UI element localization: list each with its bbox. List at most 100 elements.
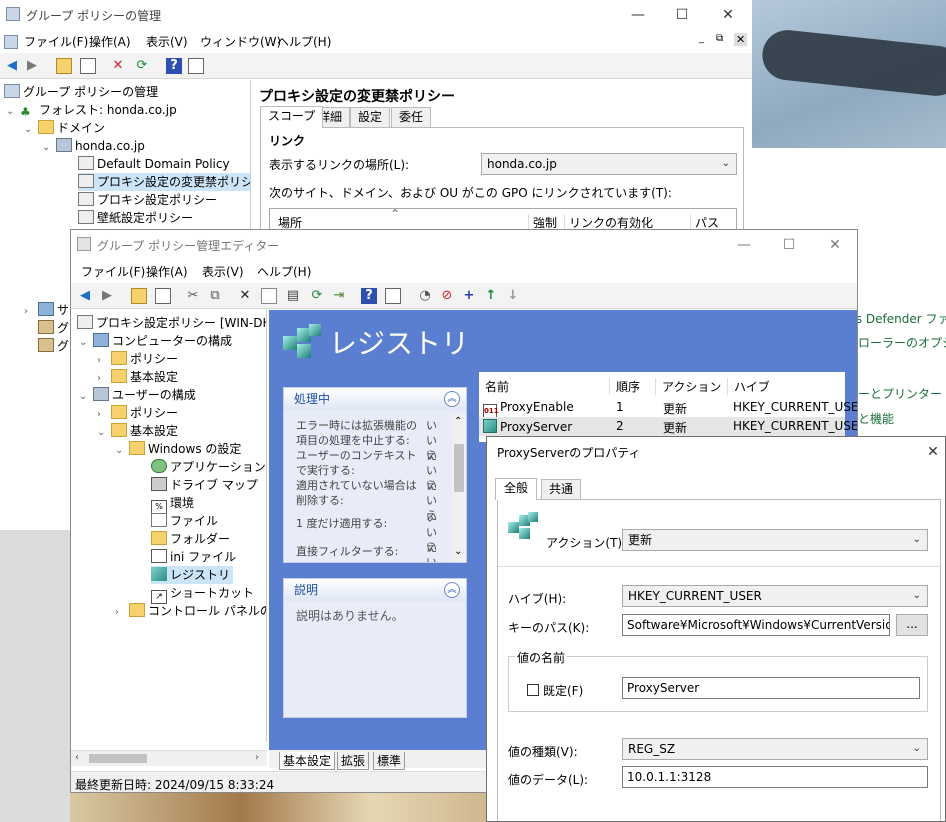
valuedata-field[interactable]: 10.0.1.1:3128 [622, 766, 928, 788]
tree-item-uc-policies[interactable]: › ポリシー [97, 404, 178, 422]
delete-icon[interactable]: ✕ [237, 288, 253, 304]
gpme-maximize-button[interactable]: ☐ [779, 236, 799, 254]
tab-general[interactable]: 全般 [495, 478, 538, 500]
gpme-tree-hscrollbar[interactable]: ‹ › [71, 750, 267, 766]
tree-item-modeling[interactable]: グ [38, 319, 69, 337]
help-icon[interactable]: ? [361, 288, 377, 304]
tab-common[interactable]: 共通 [541, 479, 582, 499]
collapse-icon[interactable]: ⌄ [115, 442, 129, 460]
tab-settings[interactable]: 設定 [350, 107, 391, 127]
tree-item-cc-policies[interactable]: › ポリシー [97, 350, 178, 368]
tree-item-computer-config[interactable]: ⌄ コンピューターの構成 [79, 332, 232, 350]
close-button[interactable]: ✕ [718, 6, 738, 24]
tree-item-windows-settings[interactable]: ⌄ Windows の設定 [115, 440, 241, 458]
menu-help[interactable]: ヘルプ(H) [277, 33, 331, 50]
add-icon[interactable]: + [461, 288, 477, 304]
scroll-left-icon[interactable]: ‹ [75, 752, 79, 763]
expand-icon[interactable]: › [115, 604, 129, 622]
col-name[interactable]: 名前 [485, 378, 509, 395]
dialog-close-button[interactable]: ✕ [923, 443, 943, 461]
menu-view[interactable]: 表示(V) [146, 33, 188, 50]
default-checkbox[interactable] [527, 684, 539, 696]
col-hive[interactable]: ハイブ [727, 378, 770, 395]
hive-select[interactable]: HKEY_CURRENT_USER ⌄ [622, 585, 928, 607]
tree-item-user-config[interactable]: ⌄ ユーザーの構成 [79, 386, 196, 404]
expand-icon[interactable]: › [24, 303, 38, 321]
collapse-icon[interactable]: ⌄ [79, 334, 93, 352]
location-select[interactable]: honda.co.jp ⌄ [481, 153, 737, 175]
tree-item-cc-preferences[interactable]: › 基本設定 [97, 368, 178, 386]
refresh-icon[interactable]: ⟳ [134, 58, 150, 74]
tab-scope[interactable]: スコープ [260, 106, 324, 128]
browse-button[interactable]: ... [896, 614, 928, 636]
tab-preferences[interactable]: 基本設定 [279, 752, 336, 770]
view-icon[interactable] [385, 288, 401, 304]
tree-item-files[interactable]: ファイル [151, 512, 218, 530]
collapse-icon[interactable]: ⌄ [79, 388, 93, 406]
show-hide-tree-icon[interactable] [155, 288, 171, 304]
print-icon[interactable]: ▤ [285, 288, 301, 304]
tree-item-environment[interactable]: % 環境 [151, 494, 194, 514]
tree-item-proxy-policy[interactable]: プロキシ設定ポリシー [78, 191, 217, 209]
tree-item-ini-files[interactable]: ini ファイル [151, 548, 236, 566]
stop-icon[interactable]: ⊘ [439, 288, 455, 304]
maximize-button[interactable]: ☐ [672, 6, 692, 24]
forward-arrow-icon[interactable]: ▶ [24, 58, 40, 74]
scroll-right-icon[interactable]: › [255, 752, 259, 763]
tree-item-domain[interactable]: ⌄ honda.co.jp [42, 137, 145, 155]
tree-item-applications[interactable]: アプリケーション [151, 458, 266, 476]
delete-icon[interactable]: ✕ [110, 58, 126, 74]
col-action[interactable]: アクション [655, 378, 721, 395]
minimize-button[interactable]: — [628, 6, 648, 24]
gpme-close-button[interactable]: ✕ [825, 236, 845, 254]
tree-item-results[interactable]: グ [38, 337, 69, 355]
menu-window[interactable]: ウィンドウ(W) [200, 33, 281, 50]
action-select[interactable]: 更新 ⌄ [622, 529, 928, 551]
export-icon[interactable]: ⇥ [331, 288, 347, 304]
scroll-down-icon[interactable]: ⌄ [454, 546, 462, 557]
list-row[interactable]: ProxyServer 2 更新 HKEY_CURRENT_USE [479, 417, 857, 436]
tree-item-folders[interactable]: フォルダー [151, 530, 230, 548]
processing-vscrollbar[interactable]: ⌃ ⌄ [452, 414, 466, 562]
tree-item-drive-maps[interactable]: ドライブ マップ [151, 476, 258, 494]
tree-item-gpo-root[interactable]: プロキシ設定ポリシー [WIN-DH047 [77, 314, 266, 332]
collapse-icon[interactable]: ⌄ [42, 139, 56, 157]
tab-delegation[interactable]: 委任 [391, 107, 432, 127]
refresh-icon[interactable]: ⟳ [309, 288, 325, 304]
collapse-icon[interactable]: ⌄ [97, 424, 111, 442]
back-arrow-icon[interactable]: ◀ [77, 288, 93, 304]
collapse-chevron-icon[interactable]: ︽ [444, 582, 460, 598]
tab-extended[interactable]: 拡張 [337, 752, 370, 770]
mdi-restore-icon[interactable]: ⧉ [716, 33, 723, 44]
back-arrow-icon[interactable]: ◀ [4, 58, 20, 74]
mdi-minimize-icon[interactable]: _ [699, 33, 704, 44]
gpme-menu-action[interactable]: 操作(A) [146, 263, 188, 280]
scroll-up-icon[interactable]: ⌃ [454, 416, 462, 427]
mdi-close-icon[interactable]: ✕ [734, 33, 748, 46]
gpme-menu-view[interactable]: 表示(V) [202, 263, 244, 280]
valuetype-select[interactable]: REG_SZ ⌄ [622, 738, 928, 760]
gpme-menu-file[interactable]: ファイル(F) [81, 263, 145, 280]
help-icon[interactable]: ? [166, 58, 182, 74]
tree-item-gpm-root[interactable]: グループ ポリシーの管理 [4, 83, 158, 101]
show-hide-tree-icon[interactable] [80, 58, 96, 74]
list-row[interactable]: 011ProxyEnable 1 更新 HKEY_CURRENT_USE [479, 398, 857, 418]
up-folder-icon[interactable] [131, 288, 147, 304]
move-up-icon[interactable]: ↑ [483, 288, 499, 304]
tree-item-forest[interactable]: ⌄ ♣ フォレスト: honda.co.jp [6, 101, 177, 119]
menu-file[interactable]: ファイル(F) [24, 33, 88, 50]
tree-item-proxy-lock-policy[interactable]: プロキシ設定の変更禁ポリシー [78, 173, 250, 191]
copy-icon[interactable]: ⧉ [207, 288, 223, 304]
up-folder-icon[interactable] [56, 58, 72, 74]
tree-item-control-panel[interactable]: › コントロール パネルの設定 [115, 602, 266, 622]
col-order[interactable]: 順序 [609, 378, 640, 395]
collapse-icon[interactable]: ⌄ [24, 121, 38, 139]
scroll-thumb[interactable] [89, 754, 147, 763]
tree-item-default-domain-policy[interactable]: Default Domain Policy [78, 155, 230, 173]
collapse-icon[interactable]: ⌄ [6, 103, 20, 121]
tab-standard[interactable]: 標準 [373, 752, 406, 770]
keypath-field[interactable]: Software¥Microsoft¥Windows¥CurrentVersio… [622, 614, 890, 636]
collapse-chevron-icon[interactable]: ︽ [444, 391, 460, 407]
tree-item-domains[interactable]: ⌄ ドメイン [24, 119, 105, 137]
new-item-icon[interactable]: ◔ [417, 288, 433, 304]
